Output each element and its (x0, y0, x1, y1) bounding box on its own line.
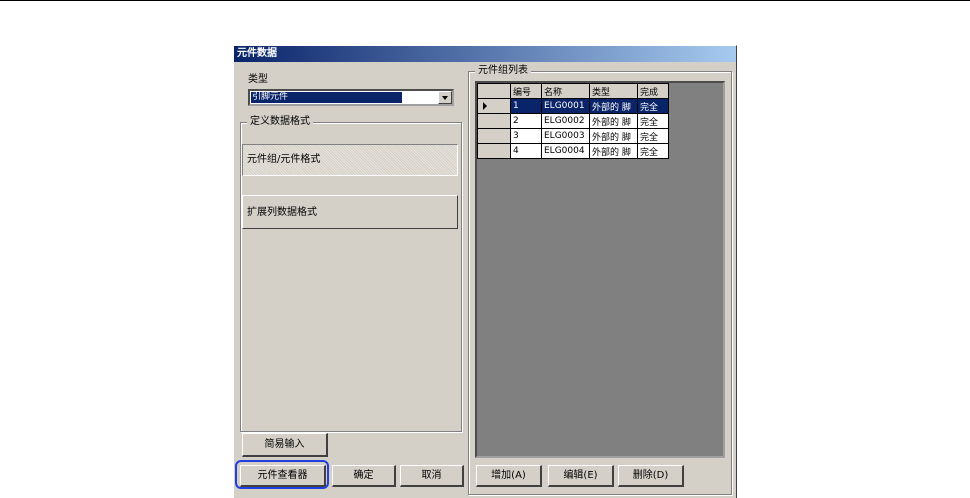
table-cell[interactable]: 外部的 脚 (589, 143, 638, 159)
group-table: 编号 名称 类型 完成 1 ELG0001 外部的 脚 完全 2 ELG0002… (477, 83, 669, 159)
corner-cell (477, 83, 511, 99)
simple-input-label: 简易输入 (264, 439, 305, 450)
edit-label: 编辑(E) (563, 470, 598, 481)
table-row[interactable]: 4 ELG0004 外部的 脚 完全 (477, 143, 669, 159)
table-cell[interactable]: 外部的 脚 (589, 113, 638, 129)
add-button[interactable]: 增加(A) (476, 465, 542, 487)
table-row[interactable]: 3 ELG0003 外部的 脚 完全 (477, 128, 669, 144)
type-label: 类型 (248, 74, 268, 85)
dialog-title: 元件数据 (237, 48, 277, 59)
group-list-grid[interactable]: 编号 名称 类型 完成 1 ELG0001 外部的 脚 完全 2 ELG0002… (475, 81, 725, 458)
table-cell[interactable]: ELG0001 (541, 98, 590, 114)
current-row-arrow-icon (483, 102, 487, 110)
table-row[interactable]: 1 ELG0001 外部的 脚 完全 (477, 98, 669, 114)
column-header[interactable]: 类型 (589, 83, 638, 99)
extended-column-format-label: 扩展列数据格式 (247, 207, 317, 218)
table-cell[interactable]: 完全 (637, 128, 669, 144)
viewer-button-highlight-ring (235, 460, 329, 489)
edit-button[interactable]: 编辑(E) (548, 465, 614, 487)
table-cell[interactable]: ELG0003 (541, 128, 590, 144)
chevron-down-icon[interactable] (438, 91, 452, 104)
cancel-label: 取消 (421, 470, 442, 481)
table-cell[interactable]: 完全 (637, 113, 669, 129)
table-cell[interactable]: 4 (510, 143, 542, 159)
component-data-dialog: 元件数据 类型 引脚元件 定义数据格式 元件组/元件格式 扩展列数据格式 简易输… (233, 45, 737, 498)
column-header[interactable]: 名称 (541, 83, 590, 99)
row-header[interactable] (477, 98, 511, 114)
table-row[interactable]: 2 ELG0002 外部的 脚 完全 (477, 113, 669, 129)
ok-button[interactable]: 确定 (332, 465, 396, 487)
ok-label: 确定 (353, 470, 374, 481)
group-list-title: 元件组列表 (475, 65, 531, 77)
table-cell[interactable]: 2 (510, 113, 542, 129)
add-label: 增加(A) (491, 470, 526, 481)
table-cell[interactable]: 外部的 脚 (589, 98, 638, 114)
extended-column-format-button[interactable]: 扩展列数据格式 (242, 195, 458, 229)
simple-input-button[interactable]: 简易输入 (242, 433, 328, 457)
table-cell[interactable]: 3 (510, 128, 542, 144)
row-header[interactable] (477, 128, 511, 144)
group-element-format-button[interactable]: 元件组/元件格式 (242, 144, 458, 176)
row-header[interactable] (477, 113, 511, 129)
format-group-title: 定义数据格式 (247, 116, 313, 128)
column-header[interactable]: 编号 (510, 83, 542, 99)
delete-label: 删除(D) (632, 470, 669, 481)
group-element-format-label: 元件组/元件格式 (247, 154, 321, 165)
row-header[interactable] (477, 143, 511, 159)
table-cell[interactable]: ELG0004 (541, 143, 590, 159)
type-select-value: 引脚元件 (251, 92, 402, 103)
cancel-button[interactable]: 取消 (400, 465, 464, 487)
column-header[interactable]: 完成 (637, 83, 669, 99)
page-top-rule (0, 0, 970, 1)
table-cell[interactable]: 完全 (637, 98, 669, 114)
delete-button[interactable]: 删除(D) (618, 465, 684, 487)
type-select[interactable]: 引脚元件 (248, 89, 454, 106)
table-cell[interactable]: 完全 (637, 143, 669, 159)
dialog-title-bar: 元件数据 (234, 46, 736, 62)
table-cell[interactable]: 外部的 脚 (589, 128, 638, 144)
table-cell[interactable]: ELG0002 (541, 113, 590, 129)
table-cell[interactable]: 1 (510, 98, 542, 114)
table-header-row: 编号 名称 类型 完成 (477, 83, 669, 99)
